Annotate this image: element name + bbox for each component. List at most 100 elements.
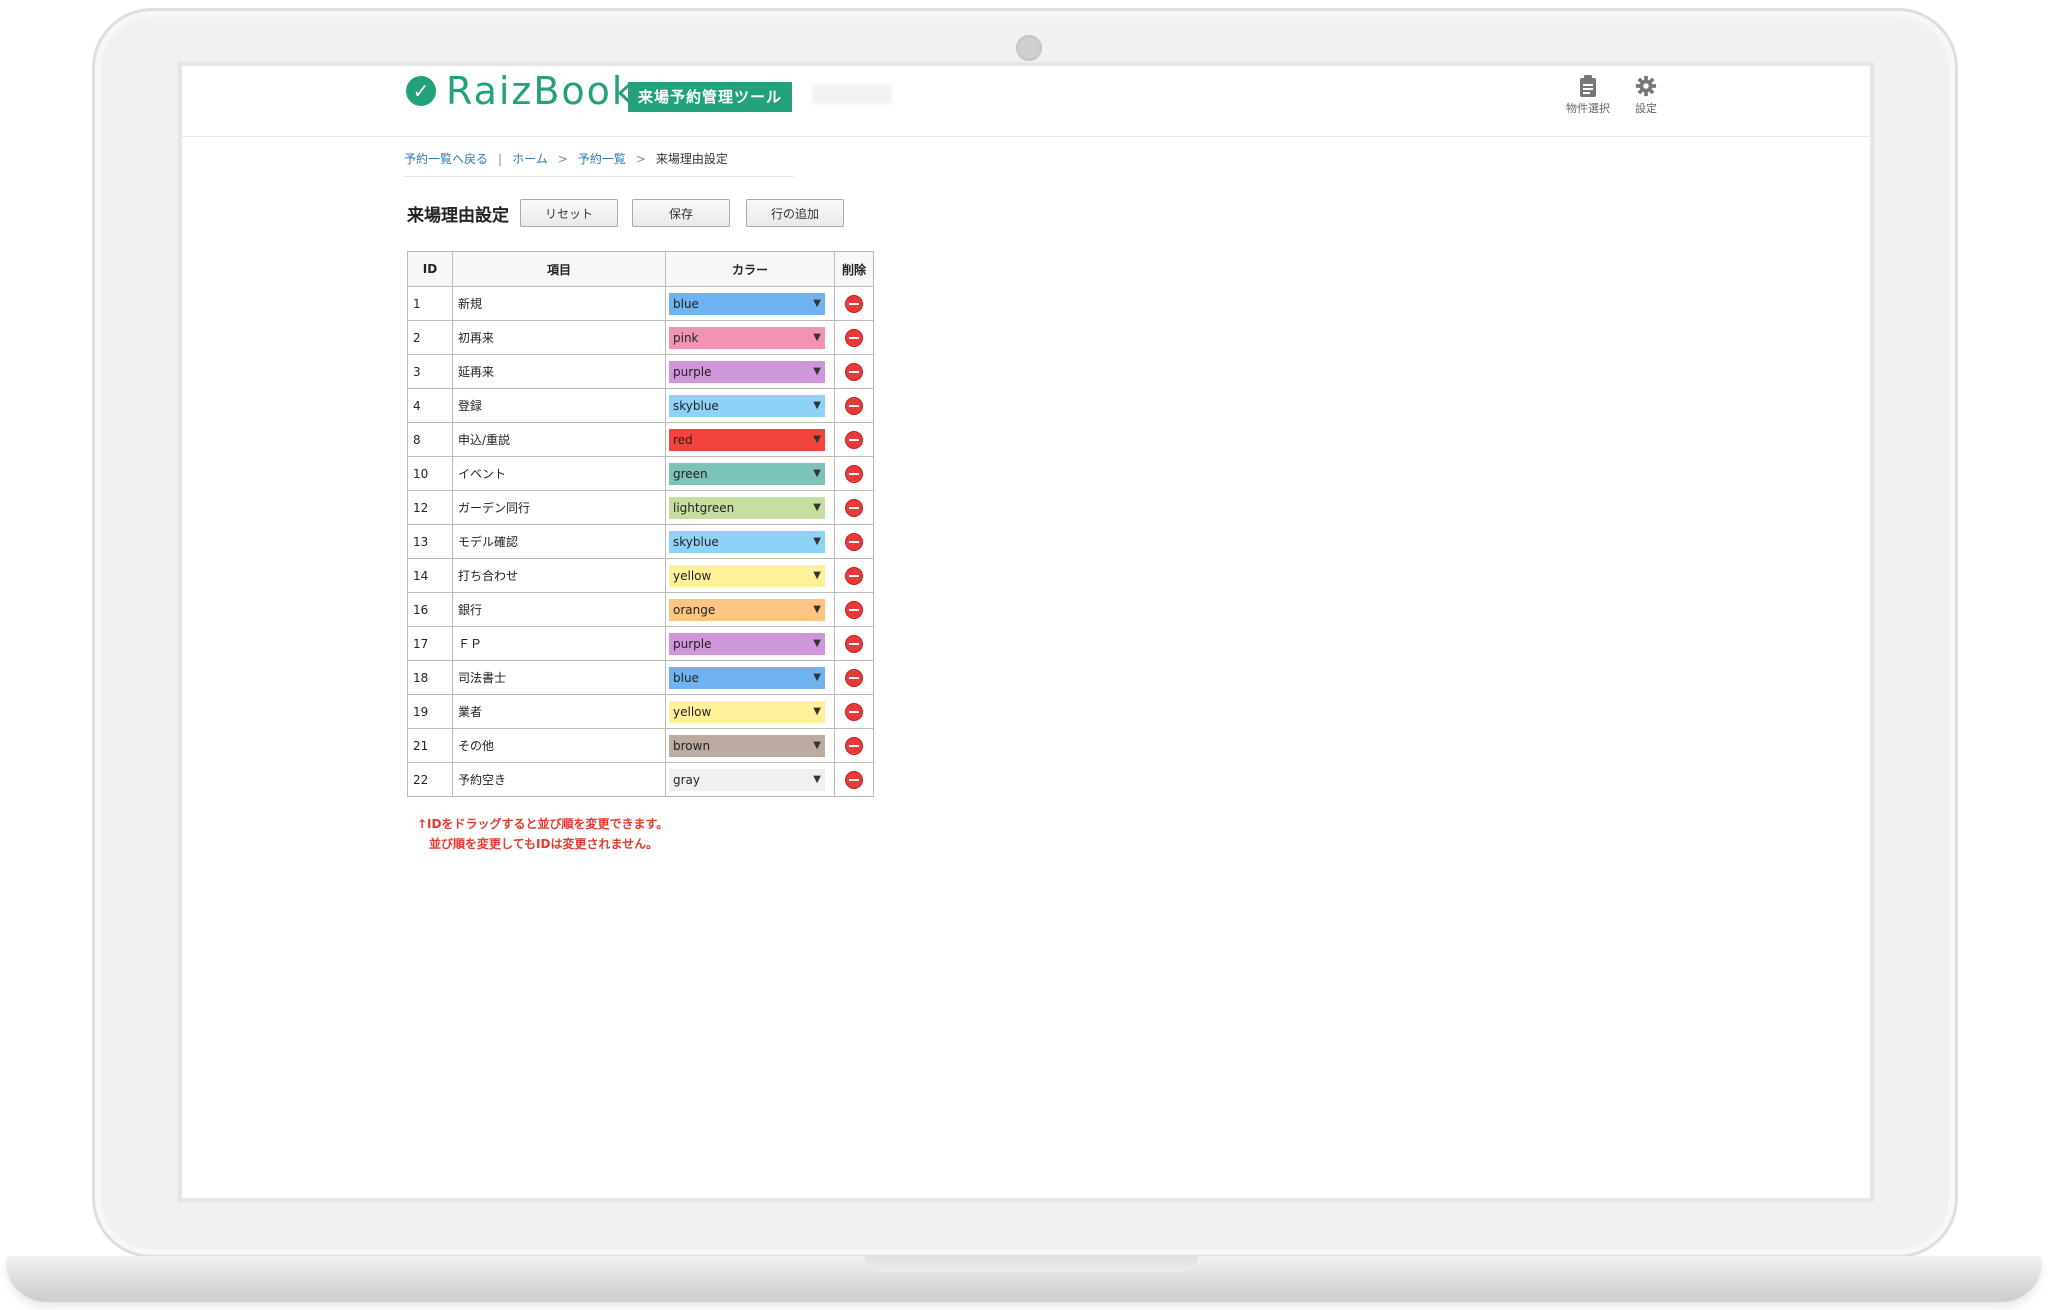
row-id[interactable]: 13 xyxy=(407,524,453,559)
row-delete-cell xyxy=(834,354,874,389)
settings-button[interactable]: 設定 xyxy=(1616,74,1676,116)
color-select-value: pink xyxy=(673,330,699,345)
row-id[interactable]: 16 xyxy=(407,592,453,627)
chevron-down-icon: ▼ xyxy=(813,297,821,309)
row-id[interactable]: 19 xyxy=(407,694,453,729)
delete-row-icon[interactable] xyxy=(846,499,862,516)
table-row[interactable]: 18 司法書士 blue ▼ xyxy=(407,660,874,695)
table-row[interactable]: 16 銀行 orange ▼ xyxy=(407,592,874,627)
row-id[interactable]: 1 xyxy=(407,286,453,321)
delete-row-icon[interactable] xyxy=(846,533,862,550)
table-row[interactable]: 1 新規 blue ▼ xyxy=(407,286,874,321)
note-line-2: 並び順を変更してもIDは変更されません。 xyxy=(429,837,659,851)
row-delete-cell xyxy=(834,422,874,457)
row-id[interactable]: 2 xyxy=(407,320,453,355)
save-button[interactable]: 保存 xyxy=(632,199,730,227)
row-color-cell: red ▼ xyxy=(665,422,835,457)
property-select-label: 物件選択 xyxy=(1566,102,1610,115)
reset-button[interactable]: リセット xyxy=(520,199,618,227)
row-id[interactable]: 8 xyxy=(407,422,453,457)
row-delete-cell xyxy=(834,660,874,695)
row-id[interactable]: 4 xyxy=(407,388,453,423)
color-select[interactable]: lightgreen ▼ xyxy=(669,496,825,519)
table-row[interactable]: 10 イベント green ▼ xyxy=(407,456,874,491)
chevron-down-icon: ▼ xyxy=(813,433,821,445)
visit-reason-table: ID 項目 カラー 削除 1 新規 blue ▼ 2 初再来 pink ▼ 3 延再来 purple… xyxy=(407,251,874,797)
row-item-name: 銀行 xyxy=(452,592,666,627)
color-select[interactable]: red ▼ xyxy=(669,428,825,451)
color-select[interactable]: orange ▼ xyxy=(669,598,825,621)
row-color-cell: orange ▼ xyxy=(665,592,835,627)
row-id[interactable]: 10 xyxy=(407,456,453,491)
delete-row-icon[interactable] xyxy=(846,329,862,346)
row-color-cell: green ▼ xyxy=(665,456,835,491)
row-delete-cell xyxy=(834,592,874,627)
breadcrumb-chevron: > xyxy=(635,152,646,166)
property-select-button[interactable]: 物件選択 xyxy=(1558,74,1618,116)
row-id[interactable]: 18 xyxy=(407,660,453,695)
table-row[interactable]: 2 初再来 pink ▼ xyxy=(407,320,874,355)
color-select[interactable]: blue ▼ xyxy=(669,292,825,315)
row-item-name: イベント xyxy=(452,456,666,491)
chevron-down-icon: ▼ xyxy=(813,535,821,547)
table-row[interactable]: 3 延再来 purple ▼ xyxy=(407,354,874,389)
color-select[interactable]: skyblue ▼ xyxy=(669,394,825,417)
header-delete: 削除 xyxy=(834,251,874,287)
table-header-row: ID 項目 カラー 削除 xyxy=(407,251,874,287)
row-id[interactable]: 3 xyxy=(407,354,453,389)
row-item-name: 申込/重説 xyxy=(452,422,666,457)
color-select[interactable]: yellow ▼ xyxy=(669,564,825,587)
delete-row-icon[interactable] xyxy=(846,635,862,652)
table-row[interactable]: 14 打ち合わせ yellow ▼ xyxy=(407,558,874,593)
table-row[interactable]: 22 予約空き gray ▼ xyxy=(407,762,874,797)
color-select-value: yellow xyxy=(673,568,712,583)
table-row[interactable]: 12 ガーデン同行 lightgreen ▼ xyxy=(407,490,874,525)
delete-row-icon[interactable] xyxy=(846,737,862,754)
add-row-button[interactable]: 行の追加 xyxy=(746,199,844,227)
table-row[interactable]: 4 登録 skyblue ▼ xyxy=(407,388,874,423)
color-select[interactable]: green ▼ xyxy=(669,462,825,485)
blurred-property-name xyxy=(812,84,892,104)
delete-row-icon[interactable] xyxy=(846,703,862,720)
home-link[interactable]: ホーム xyxy=(512,152,548,166)
row-color-cell: yellow ▼ xyxy=(665,558,835,593)
table-row[interactable]: 13 モデル確認 skyblue ▼ xyxy=(407,524,874,559)
row-id[interactable]: 22 xyxy=(407,762,453,797)
row-id[interactable]: 12 xyxy=(407,490,453,525)
color-select[interactable]: yellow ▼ xyxy=(669,700,825,723)
delete-row-icon[interactable] xyxy=(846,771,862,788)
color-select[interactable]: brown ▼ xyxy=(669,734,825,757)
delete-row-icon[interactable] xyxy=(846,465,862,482)
color-select[interactable]: blue ▼ xyxy=(669,666,825,689)
row-id[interactable]: 14 xyxy=(407,558,453,593)
row-item-name: 初再来 xyxy=(452,320,666,355)
row-id[interactable]: 17 xyxy=(407,626,453,661)
row-item-name: ガーデン同行 xyxy=(452,490,666,525)
laptop-notch xyxy=(864,1256,1198,1272)
chevron-down-icon: ▼ xyxy=(813,705,821,717)
row-id[interactable]: 21 xyxy=(407,728,453,763)
table-row[interactable]: 21 その他 brown ▼ xyxy=(407,728,874,763)
row-delete-cell xyxy=(834,728,874,763)
delete-row-icon[interactable] xyxy=(846,431,862,448)
table-row[interactable]: 17 ＦＰ purple ▼ xyxy=(407,626,874,661)
color-select[interactable]: purple ▼ xyxy=(669,632,825,655)
delete-row-icon[interactable] xyxy=(846,601,862,618)
delete-row-icon[interactable] xyxy=(846,397,862,414)
delete-row-icon[interactable] xyxy=(846,567,862,584)
color-select[interactable]: purple ▼ xyxy=(669,360,825,383)
color-select[interactable]: gray ▼ xyxy=(669,768,825,791)
reservation-list-link[interactable]: 予約一覧 xyxy=(578,152,626,166)
chevron-down-icon: ▼ xyxy=(813,331,821,343)
delete-row-icon[interactable] xyxy=(846,669,862,686)
delete-row-icon[interactable] xyxy=(846,295,862,312)
row-delete-cell xyxy=(834,694,874,729)
color-select[interactable]: skyblue ▼ xyxy=(669,530,825,553)
laptop-base xyxy=(6,1256,2042,1302)
table-row[interactable]: 19 業者 yellow ▼ xyxy=(407,694,874,729)
color-select[interactable]: pink ▼ xyxy=(669,326,825,349)
table-row[interactable]: 8 申込/重説 red ▼ xyxy=(407,422,874,457)
color-select-value: skyblue xyxy=(673,398,719,413)
delete-row-icon[interactable] xyxy=(846,363,862,380)
back-to-list-link[interactable]: 予約一覧へ戻る xyxy=(404,152,488,166)
